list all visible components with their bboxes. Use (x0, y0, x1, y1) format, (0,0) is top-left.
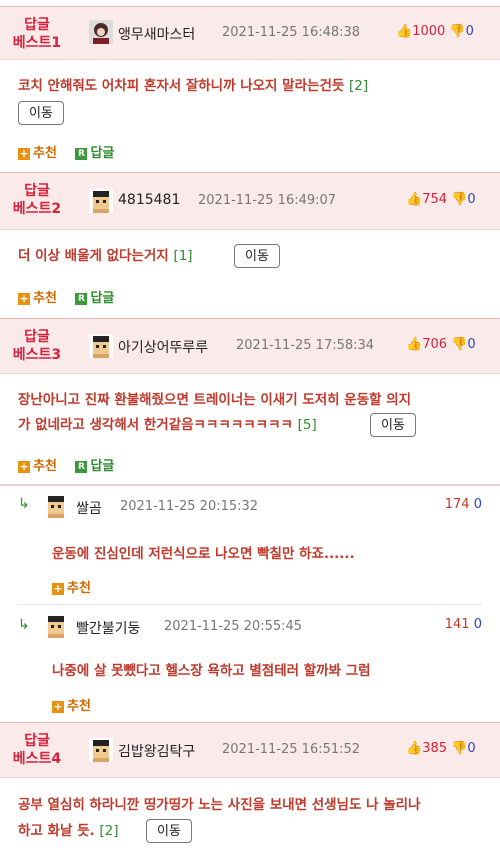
reply1-votes: 174 0 (444, 497, 482, 512)
best3-header: 답글 베스트3 아기상어뚜루루 2021-11-25 17:58:34 👍706… (0, 318, 500, 374)
best2-time: 2021-11-25 16:49:07 (198, 193, 337, 208)
user-avatar-icon[interactable] (44, 614, 68, 638)
best4-header: 답글 베스트4 김밥왕김탁구 2021-11-25 16:51:52 👍385 … (0, 722, 500, 778)
reply-icon: R (75, 460, 88, 473)
reply1-recommend-button[interactable]: + 추천 (52, 577, 91, 596)
reply2-comment: 나중에 살 못뺐다고 헬스장 욕하고 별점테러 할까봐 그럼 (52, 663, 371, 679)
best1-header: 답글 베스트1 앵무새마스터 2021-11-25 16:48:38 👍1000… (0, 6, 500, 60)
reply2-votes: 141 0 (444, 617, 482, 632)
best4-votes: 👍385 👎0 (406, 741, 476, 756)
reply-icon: R (75, 292, 88, 305)
reply-separator (18, 604, 482, 605)
best3-actions: + 추천 R 답글 (18, 455, 114, 474)
recommend-button[interactable]: + 추천 (18, 291, 57, 306)
best1-votes: 👍1000 👎0 (396, 24, 474, 39)
best4-username[interactable]: 김밥왕김탁구 (118, 741, 195, 761)
best1-move-button[interactable]: 이동 (18, 101, 64, 125)
best2-header: 답글 베스트2 4815481 2021-11-25 16:49:07 👍754… (0, 172, 500, 230)
thumbs-up-icon[interactable]: 👍 (406, 337, 422, 352)
best1-time: 2021-11-25 16:48:38 (222, 25, 361, 40)
recommend-button[interactable]: + 추천 (18, 459, 57, 474)
user-avatar-icon[interactable] (89, 738, 113, 762)
reply1-username[interactable]: 쌀곰 (76, 498, 102, 518)
best3-comment-line1: 장난아니고 진짜 환불해줬으면 트레이너는 이새기 도저히 운동할 의지 (18, 392, 412, 408)
best3-move-button[interactable]: 이동 (370, 413, 416, 437)
best2-move-button[interactable]: 이동 (234, 244, 280, 268)
reply2-recommend-button[interactable]: + 추천 (52, 695, 91, 714)
thumbs-down-icon[interactable]: 👎 (449, 24, 465, 39)
best4-comment-line2: 하고 화날 듯. [2] (18, 823, 119, 839)
best3-comment-line2: 가 없네라고 생각해서 한거같음ㅋㅋㅋㅋㅋㅋㅋㅋ [5] (18, 417, 317, 433)
best3-username[interactable]: 아기상어뚜루루 (118, 337, 208, 357)
thumbs-up-icon[interactable]: 👍 (396, 24, 412, 39)
plus-icon: + (52, 581, 64, 595)
best2-username[interactable]: 4815481 (118, 192, 180, 208)
user-avatar-icon[interactable] (89, 189, 113, 213)
thumbs-down-icon[interactable]: 👎 (451, 337, 467, 352)
plus-icon: + (52, 699, 64, 713)
best4-time: 2021-11-25 16:51:52 (222, 742, 361, 757)
best2-comment: 더 이상 배울게 없다는거지 [1] (18, 248, 193, 264)
reply-button[interactable]: R 답글 (61, 291, 114, 306)
user-avatar-icon[interactable] (89, 334, 113, 358)
best4-label: 답글 베스트4 (12, 733, 62, 767)
best3-time: 2021-11-25 17:58:34 (236, 338, 375, 353)
divider (0, 484, 500, 486)
plus-icon: + (18, 459, 30, 473)
best3-votes: 👍706 👎0 (406, 337, 476, 352)
user-avatar-icon[interactable] (44, 494, 68, 518)
best3-label: 답글 베스트3 (12, 329, 62, 363)
best1-label: 답글 베스트1 (12, 17, 62, 51)
reply1-time: 2021-11-25 20:15:32 (120, 499, 259, 514)
best1-username[interactable]: 앵무새마스터 (118, 24, 195, 44)
reply1-comment: 운동에 진심인데 저런식으로 나오면 빡칠만 하죠...... (52, 546, 355, 562)
reply2-time: 2021-11-25 20:55:45 (164, 619, 303, 634)
best2-actions: + 추천 R 답글 (18, 287, 114, 306)
recommend-button[interactable]: + 추천 (18, 146, 57, 161)
thumbs-down-icon[interactable]: 👎 (451, 192, 467, 207)
comment-page: 답글 베스트1 앵무새마스터 2021-11-25 16:48:38 👍1000… (0, 0, 500, 856)
reply-arrow-icon: ↳ (18, 496, 30, 512)
best1-comment: 코치 안해줘도 어차피 혼자서 잘하니까 나오지 말라는건듯 [2] (18, 78, 369, 94)
best4-move-button[interactable]: 이동 (146, 819, 192, 843)
reply-arrow-icon: ↳ (18, 617, 30, 633)
best2-label: 답글 베스트2 (12, 183, 62, 217)
best1-actions: + 추천 R 답글 (18, 142, 114, 161)
thumbs-up-icon[interactable]: 👍 (406, 741, 422, 756)
thumbs-down-icon[interactable]: 👎 (451, 741, 467, 756)
best2-votes: 👍754 👎0 (406, 192, 476, 207)
reply-icon: R (75, 147, 88, 160)
reply-button[interactable]: R 답글 (61, 146, 114, 161)
reply-button[interactable]: R 답글 (61, 459, 114, 474)
reply2-username[interactable]: 빨간불기둥 (76, 618, 140, 638)
plus-icon: + (18, 291, 30, 305)
user-avatar-icon[interactable] (89, 20, 113, 44)
thumbs-up-icon[interactable]: 👍 (406, 192, 422, 207)
plus-icon: + (18, 146, 30, 160)
best4-comment-line1: 공부 열심히 하라니깐 띵가띵가 노는 사진을 보내면 선생님도 나 놀리나 (18, 797, 421, 813)
